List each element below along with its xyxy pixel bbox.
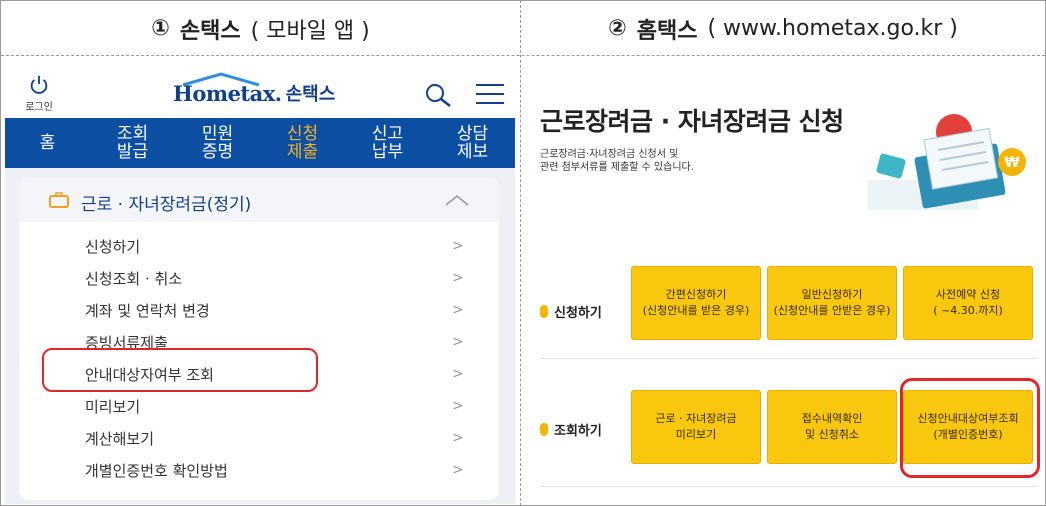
logo-app-text: 손택스 [285, 84, 336, 105]
header-left-number: ① [151, 16, 170, 41]
nav-home[interactable]: 홈 [5, 118, 90, 168]
menu-item-label: 계산해보기 [85, 429, 155, 448]
card-title: 근로 · 자녀장려금(정기) [81, 195, 252, 215]
chevron-right-icon: > [452, 366, 464, 382]
button-line-2: (신청안내를 받은 경우) [642, 304, 750, 317]
hometax-web-screen: 근로장려금 · 자녀장려금 신청 근로장려금·자녀장려금 신청서 및 관련 첨부… [526, 64, 1040, 504]
power-icon [30, 75, 48, 94]
nav-report-pay[interactable]: 신고 납부 [345, 118, 430, 168]
inquiry-row-label: 조회하기 [540, 420, 602, 439]
apply-label: 신청하기 [554, 306, 602, 321]
header-left-name: 손택스 [179, 18, 241, 44]
search-icon[interactable] [424, 82, 452, 108]
menu-item-label: 미리보기 [85, 397, 141, 416]
button-line-2: (신청안내를 안받은 경우) [773, 304, 891, 317]
nav-consult-report[interactable]: 상담 제보 [430, 118, 515, 168]
section-divider [540, 486, 1038, 487]
nav-apply-submit[interactable]: 신청 제출 [260, 118, 345, 168]
receipt-check-cancel-button[interactable]: 접수내역확인 및 신청취소 [767, 390, 897, 464]
menu-item-label: 개별인증번호 확인방법 [85, 461, 228, 480]
highlight-box-right [900, 378, 1040, 478]
menu-item-label: 계좌 및 연락처 변경 [85, 301, 210, 320]
menu-item-label: 신청하기 [85, 237, 141, 256]
button-line-1: 접수내역확인 [801, 412, 863, 425]
button-line-1: 간편신청하기 [665, 288, 727, 301]
login-button[interactable]: 로그인 [17, 74, 61, 113]
header-left: ① 손택스 ( 모바일 앱 ) [1, 1, 520, 56]
login-label: 로그인 [25, 102, 53, 113]
chevron-right-icon: > [452, 334, 464, 350]
bullet-icon [540, 305, 548, 318]
pre-reservation-button[interactable]: 사전예약 신청 ( ~4.30.까지) [903, 266, 1033, 340]
column-divider [520, 0, 521, 506]
envelope-heart-illustration: ₩ [868, 114, 1026, 210]
button-line-1: 사전예약 신청 [935, 288, 1001, 301]
incentive-menu-card: 근로 · 자녀장려금(정기) 신청하기 > 신청조회 · 취소 > 계좌 및 연… [19, 178, 499, 500]
header-right-name: 홈택스 [636, 18, 698, 44]
bullet-icon [540, 423, 548, 436]
chevron-right-icon: > [452, 238, 464, 254]
mobile-nav-bar: 홈 조회 발급 민원 증명 신청 제출 신고 납부 상담 제보 [5, 118, 515, 168]
chevron-up-icon[interactable] [445, 194, 469, 206]
header-right-number: ② [608, 16, 627, 41]
chevron-right-icon: > [452, 270, 464, 286]
header-left-sub: ( 모바일 앱 ) [250, 18, 370, 44]
section-divider [540, 358, 1038, 359]
menu-item-account-change[interactable]: 계좌 및 연락처 변경 > [19, 294, 499, 326]
mobile-body: 근로 · 자녀장려금(정기) 신청하기 > 신청조회 · 취소 > 계좌 및 연… [5, 168, 515, 504]
menu-item-auth-number[interactable]: 개별인증번호 확인방법 > [19, 454, 499, 486]
inquiry-label: 조회하기 [554, 424, 602, 439]
nav-civil-certificate[interactable]: 민원 증명 [175, 118, 260, 168]
header-right: ② 홈택스 ( www.hometax.go.kr ) [521, 1, 1045, 56]
chevron-right-icon: > [452, 462, 464, 478]
button-line-2: ( ~4.30.까지) [933, 304, 1003, 317]
chevron-right-icon: > [452, 398, 464, 414]
button-line-2: 미리보기 [675, 428, 717, 441]
header-right-sub: ( www.hometax.go.kr ) [707, 16, 958, 41]
menu-item-calculate[interactable]: 계산해보기 > [19, 422, 499, 454]
hamburger-menu-icon[interactable] [475, 82, 505, 106]
mobile-top-bar: 로그인 Hometax. 손택스 [5, 64, 515, 118]
chevron-right-icon: > [452, 430, 464, 446]
mobile-app-screen: 로그인 Hometax. 손택스 홈 조회 발급 민원 증명 신청 제출 신고 … [5, 64, 515, 504]
incentive-preview-button[interactable]: 근로 · 자녀장려금 미리보기 [631, 390, 761, 464]
menu-item-preview[interactable]: 미리보기 > [19, 390, 499, 422]
highlight-box-left [42, 348, 318, 392]
briefcase-icon [49, 192, 69, 208]
roof-icon [182, 72, 260, 86]
description-line-2: 관련 첨부서류를 제출할 수 있습니다. [540, 162, 694, 173]
button-line-1: 일반신청하기 [801, 288, 863, 301]
page-description: 근로장려금·자녀장려금 신청서 및 관련 첨부서류를 제출할 수 있습니다. [540, 148, 870, 174]
card-header[interactable]: 근로 · 자녀장려금(정기) [19, 178, 499, 222]
description-line-1: 근로장려금·자녀장려금 신청서 및 [540, 149, 679, 160]
chevron-right-icon: > [452, 302, 464, 318]
nav-inquiry-issue[interactable]: 조회 발급 [90, 118, 175, 168]
header-row: ① 손택스 ( 모바일 앱 ) ② 홈택스 ( www.hometax.go.k… [1, 1, 1045, 56]
simple-apply-button[interactable]: 간편신청하기 (신청안내를 받은 경우) [631, 266, 761, 340]
button-line-2: 및 신청취소 [804, 428, 860, 441]
svg-text:₩: ₩ [1004, 155, 1020, 171]
button-line-1: 근로 · 자녀장려금 [655, 412, 737, 425]
hometax-logo[interactable]: Hometax. 손택스 [173, 72, 336, 106]
apply-row-label: 신청하기 [540, 302, 602, 321]
page-title: 근로장려금 · 자녀장려금 신청 [540, 107, 844, 136]
menu-item-inquiry-cancel[interactable]: 신청조회 · 취소 > [19, 262, 499, 294]
menu-item-label: 신청조회 · 취소 [85, 269, 183, 288]
menu-item-apply[interactable]: 신청하기 > [19, 230, 499, 262]
general-apply-button[interactable]: 일반신청하기 (신청안내를 안받은 경우) [767, 266, 897, 340]
